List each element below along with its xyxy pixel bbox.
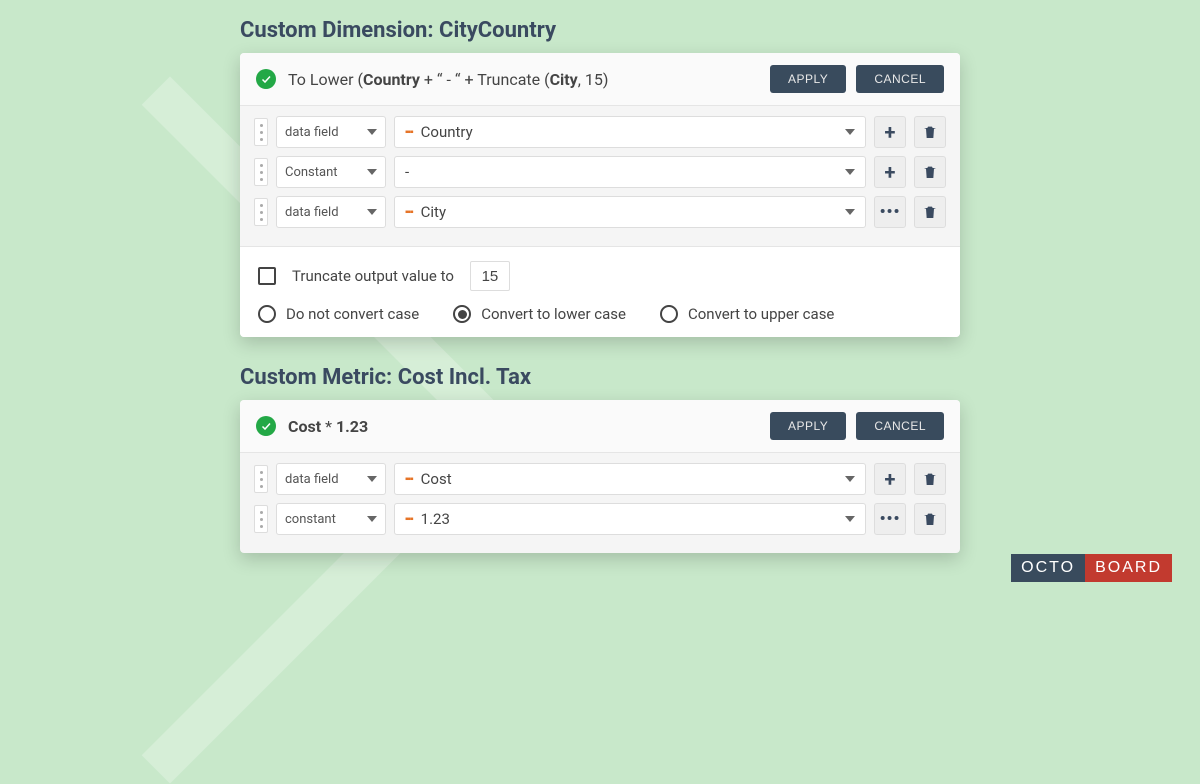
trash-icon [922,471,938,487]
add-row-button[interactable]: + [874,463,906,495]
trash-icon [922,511,938,527]
expression-row: data field ▪▪▪ Country + [254,116,946,148]
delete-row-button[interactable] [914,463,946,495]
type-select[interactable]: data field [276,463,386,495]
type-select-label: constant [285,512,336,527]
dimension-formula: To Lower (Country + “ - “ + Truncate (Ci… [288,70,760,89]
delete-row-button[interactable] [914,196,946,228]
apply-button[interactable]: APPLY [770,412,846,440]
chevron-down-icon [367,476,377,482]
drag-handle-icon[interactable] [254,465,268,493]
case-label-upper: Convert to upper case [688,305,834,323]
metric-body: data field ▪▪▪ Cost + constant ▪▪▪ 1.23 ••• [240,453,960,553]
dimension-header: To Lower (Country + “ - “ + Truncate (Ci… [240,53,960,106]
value-select[interactable]: ▪▪▪ Cost [394,463,866,495]
chevron-down-icon [845,129,855,135]
truncate-label: Truncate output value to [292,267,454,285]
plus-icon: + [885,162,896,182]
case-radio-none[interactable] [258,305,276,323]
chevron-down-icon [367,169,377,175]
value-select[interactable]: ▪▪▪ City [394,196,866,228]
type-select[interactable]: Constant [276,156,386,188]
type-select-label: data field [285,125,339,140]
type-select[interactable]: data field [276,196,386,228]
dimension-options: Truncate output value to Do not convert … [240,246,960,337]
logo-left: OCTO [1011,554,1085,582]
chevron-down-icon [845,516,855,522]
field-marker-icon: ▪▪▪ [405,514,413,525]
type-select-label: data field [285,205,339,220]
checkmark-icon [256,416,276,436]
case-radio-lower[interactable] [453,305,471,323]
drag-handle-icon[interactable] [254,158,268,186]
value-select-label: Cost [421,470,452,488]
value-select-label: - [405,163,409,181]
type-select-label: data field [285,472,339,487]
chevron-down-icon [845,169,855,175]
truncate-value-input[interactable] [470,261,510,291]
metric-card: Cost * 1.23 APPLY CANCEL data field ▪▪▪ Co… [240,400,960,553]
metric-rows: data field ▪▪▪ Cost + constant ▪▪▪ 1.23 ••• [254,463,946,535]
plus-icon: + [885,469,896,489]
field-marker-icon: ▪▪▪ [405,127,413,138]
octoboard-logo: OCTO BOARD [1011,554,1172,582]
delete-row-button[interactable] [914,503,946,535]
dots-icon: ••• [880,511,901,527]
value-select[interactable]: ▪▪▪ Country [394,116,866,148]
dimension-card: To Lower (Country + “ - “ + Truncate (Ci… [240,53,960,337]
metric-header: Cost * 1.23 APPLY CANCEL [240,400,960,453]
more-actions-button[interactable]: ••• [874,196,906,228]
case-label-none: Do not convert case [286,305,419,323]
field-marker-icon: ▪▪▪ [405,474,413,485]
type-select[interactable]: data field [276,116,386,148]
cancel-button[interactable]: CANCEL [856,65,944,93]
drag-handle-icon[interactable] [254,505,268,533]
trash-icon [922,164,938,180]
dots-icon: ••• [880,204,901,220]
truncate-checkbox[interactable] [258,267,276,285]
field-marker-icon: ▪▪▪ [405,207,413,218]
delete-row-button[interactable] [914,116,946,148]
more-actions-button[interactable]: ••• [874,503,906,535]
value-select-label: Country [421,123,473,141]
drag-handle-icon[interactable] [254,118,268,146]
chevron-down-icon [367,516,377,522]
delete-row-button[interactable] [914,156,946,188]
section1-title: Custom Dimension: CityCountry [240,18,960,43]
expression-row: Constant - + [254,156,946,188]
case-radio-upper[interactable] [660,305,678,323]
section2-title: Custom Metric: Cost Incl. Tax [240,365,960,390]
value-select[interactable]: - [394,156,866,188]
chevron-down-icon [845,476,855,482]
drag-handle-icon[interactable] [254,198,268,226]
chevron-down-icon [367,129,377,135]
trash-icon [922,124,938,140]
type-select[interactable]: constant [276,503,386,535]
checkmark-icon [256,69,276,89]
cancel-button[interactable]: CANCEL [856,412,944,440]
expression-row: constant ▪▪▪ 1.23 ••• [254,503,946,535]
plus-icon: + [885,122,896,142]
chevron-down-icon [367,209,377,215]
value-select[interactable]: ▪▪▪ 1.23 [394,503,866,535]
type-select-label: Constant [285,165,338,180]
dimension-body: data field▪▪▪Country+Constant-+data fiel… [240,106,960,246]
logo-right: BOARD [1085,554,1172,582]
metric-formula: Cost * 1.23 [288,417,760,436]
expression-row: data field ▪▪▪ Cost + [254,463,946,495]
chevron-down-icon [845,209,855,215]
add-row-button[interactable]: + [874,116,906,148]
expression-row: data field ▪▪▪ City ••• [254,196,946,228]
trash-icon [922,204,938,220]
value-select-label: 1.23 [421,510,450,528]
value-select-label: City [421,203,446,221]
apply-button[interactable]: APPLY [770,65,846,93]
dimension-rows: data field▪▪▪Country+Constant-+data fiel… [254,116,946,228]
case-label-lower: Convert to lower case [481,305,626,323]
add-row-button[interactable]: + [874,156,906,188]
